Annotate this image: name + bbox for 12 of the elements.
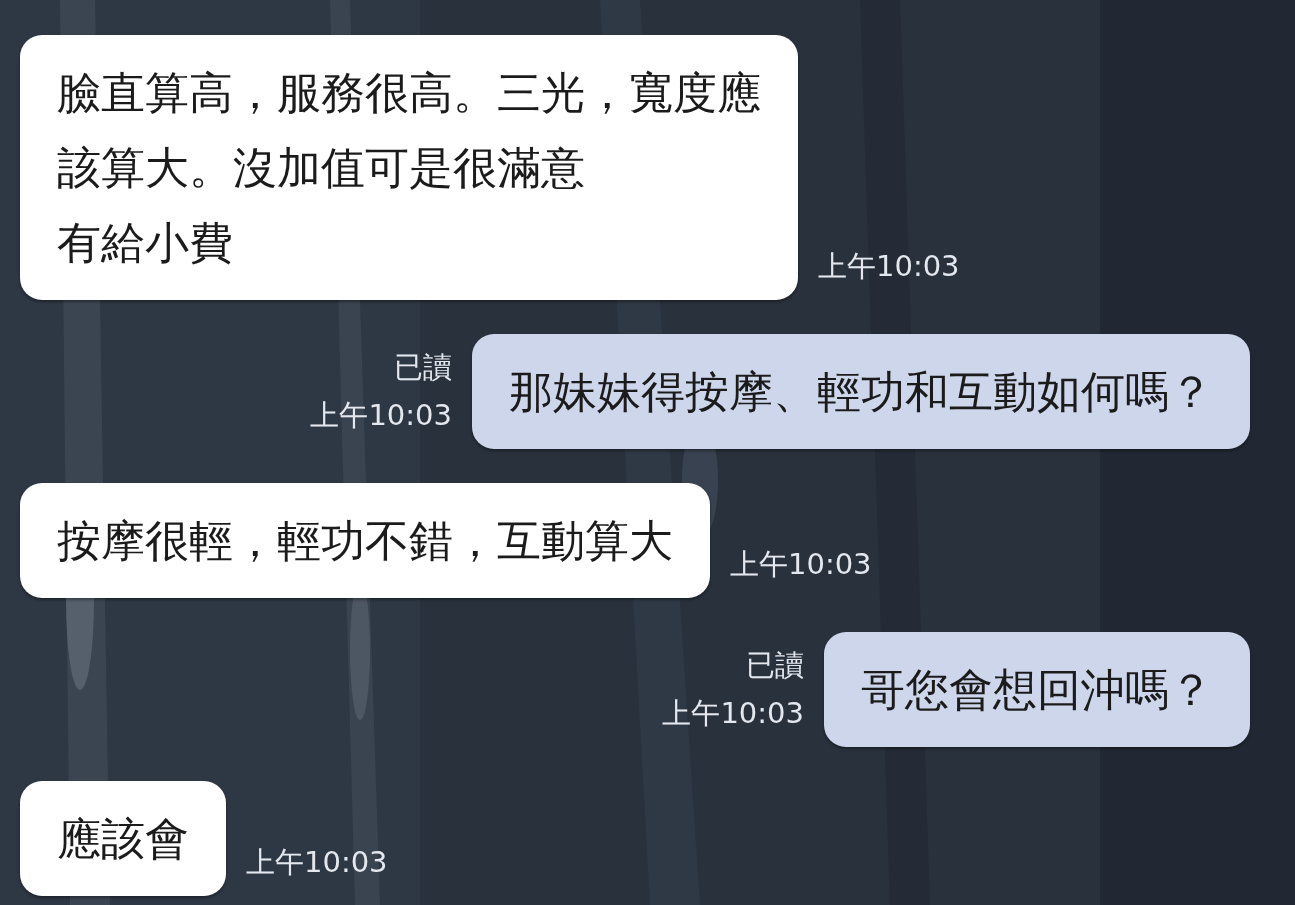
- message-time: 上午10:03: [730, 546, 872, 583]
- message-time: 上午10:03: [662, 695, 804, 732]
- message-bubble: 臉直算高，服務很高。三光，寬度應 該算大。沒加值可是很滿意 有給小費: [20, 35, 798, 300]
- read-receipt: 已讀: [746, 647, 804, 684]
- message-time: 上午10:03: [310, 397, 452, 434]
- message-bubble: 哥您會想回沖嗎？: [824, 632, 1250, 747]
- message-bubble: 那妹妹得按摩、輕功和互動如何嗎？: [472, 334, 1250, 449]
- read-receipt: 已讀: [394, 349, 452, 386]
- message-bubble: 應該會: [20, 781, 226, 896]
- message-time: 上午10:03: [246, 844, 388, 881]
- message-time: 上午10:03: [818, 248, 960, 285]
- message-bubble: 按摩很輕，輕功不錯，互動算大: [20, 483, 710, 598]
